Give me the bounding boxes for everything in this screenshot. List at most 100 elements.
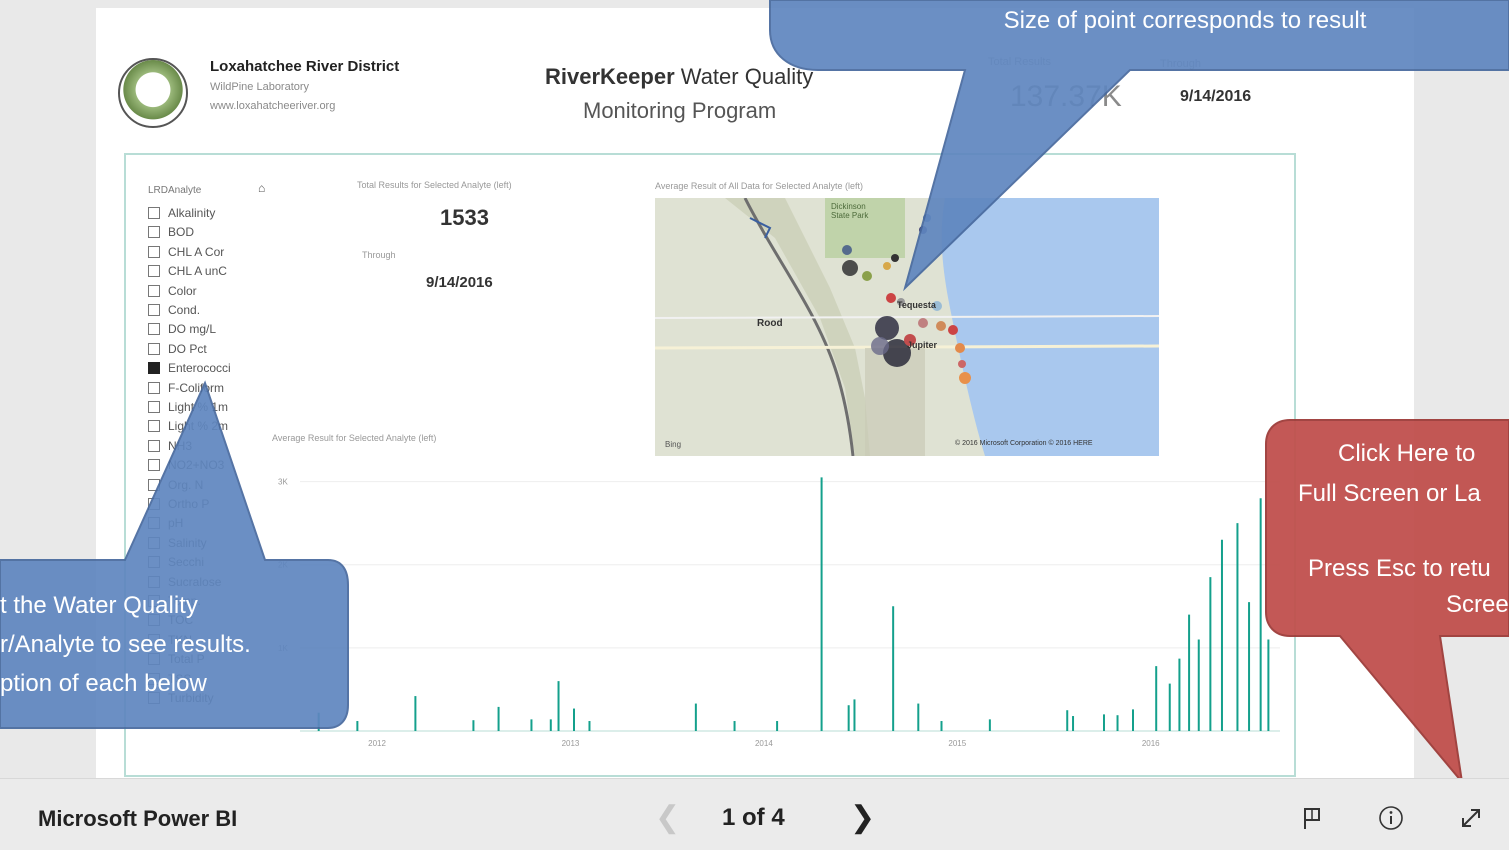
- home-icon[interactable]: ⌂: [258, 181, 265, 195]
- slicer-item-label: Alkalinity: [168, 206, 216, 220]
- checkbox[interactable]: [148, 342, 160, 355]
- map-label-park: Dickinson State Park: [831, 202, 869, 220]
- callout-right-line3: Press Esc to retu: [1308, 555, 1491, 582]
- total-results-label: Total Results for Selected Analyte (left…: [357, 180, 512, 190]
- slicer-item[interactable]: Org. N: [148, 476, 203, 494]
- checkbox[interactable]: [148, 517, 160, 530]
- checkbox[interactable]: [148, 323, 160, 336]
- map-label-town1: Tequesta: [897, 300, 936, 310]
- checkbox[interactable]: [148, 207, 160, 219]
- prev-page-button[interactable]: ❮: [655, 800, 680, 835]
- checkbox[interactable]: [148, 245, 160, 258]
- slicer-item[interactable]: Salinity: [148, 534, 207, 552]
- checkbox[interactable]: [148, 401, 160, 413]
- info-icon[interactable]: [1378, 805, 1404, 831]
- slicer-item-label: F-Coliform: [168, 380, 224, 395]
- callout-left-line3: ption of each below: [0, 670, 207, 697]
- slicer-item-label: pH: [168, 516, 184, 531]
- slicer-item[interactable]: F-Coliform: [148, 379, 224, 397]
- callout-left-line1: t the Water Quality: [0, 592, 198, 619]
- slicer-item[interactable]: CHL A unC: [148, 262, 227, 280]
- slicer-item-label: DO Pct: [168, 341, 207, 356]
- checkbox[interactable]: [148, 284, 160, 297]
- checkbox[interactable]: [148, 381, 160, 394]
- callout-top-text: Size of point corresponds to result: [1003, 7, 1367, 34]
- slicer-item[interactable]: Light % 1m: [148, 398, 228, 416]
- slicer-item[interactable]: DO Pct: [148, 340, 207, 358]
- map-graphic: [655, 198, 1159, 456]
- slicer-item[interactable]: Alkalinity: [148, 204, 215, 222]
- callout-right-line4: Scree: [1446, 591, 1509, 618]
- slicer-item[interactable]: DO mg/L: [148, 320, 216, 338]
- slicer-item-label: CHL A unC: [168, 264, 227, 279]
- checkbox[interactable]: [148, 498, 160, 510]
- kpi-total-value: 137.37K: [1010, 80, 1122, 113]
- checkbox[interactable]: [148, 556, 160, 569]
- org-website[interactable]: www.loxahatcheeriver.org: [210, 100, 335, 112]
- org-sub-lab: WildPine Laboratory: [210, 81, 310, 93]
- slicer-item-label: NH3: [168, 438, 193, 453]
- checkbox[interactable]: [148, 362, 160, 375]
- slicer-item-label: BOD: [168, 225, 195, 240]
- slicer-item-label: Enterococci: [168, 361, 231, 376]
- checkbox[interactable]: [148, 536, 160, 549]
- slicer-item-label: Org. N: [168, 477, 204, 492]
- kpi-total-label: Total Results: [988, 56, 1051, 68]
- flag-icon[interactable]: [1300, 805, 1326, 831]
- through-value: 9/14/2016: [426, 274, 493, 291]
- callout-left-line2: r/Analyte to see results.: [0, 631, 251, 658]
- map-title: Average Result of All Data for Selected …: [655, 181, 863, 191]
- map-credit: © 2016 Microsoft Corporation © 2016 HERE: [955, 440, 1093, 447]
- map-visual[interactable]: Dickinson State Park Tequesta Jupiter Ro…: [655, 198, 1159, 456]
- slicer-item-label: Cond.: [168, 303, 201, 317]
- slicer-item-label: NO2+NO3: [168, 458, 225, 473]
- kpi-through-value: 9/14/2016: [1180, 88, 1252, 105]
- brand-label[interactable]: Microsoft Power BI: [38, 806, 237, 832]
- checkbox[interactable]: [148, 226, 160, 239]
- slicer-title: LRDAnalyte: [148, 185, 202, 196]
- slicer-item[interactable]: Enterococci: [148, 359, 231, 377]
- org-name: Loxahatchee River District: [210, 58, 400, 75]
- slicer-item[interactable]: NH3: [148, 437, 192, 455]
- through-label: Through: [362, 250, 396, 260]
- slicer-item[interactable]: CHL A Cor: [148, 243, 224, 261]
- callout-right-line1: Click Here to: [1338, 440, 1476, 467]
- slicer-item[interactable]: Secchi: [148, 553, 204, 571]
- page-indicator: 1 of 4: [722, 804, 785, 831]
- checkbox[interactable]: [148, 304, 160, 316]
- chart-title: Average Result for Selected Analyte (lef…: [272, 433, 437, 443]
- checkbox[interactable]: [148, 459, 160, 472]
- callout-right-line2: Full Screen or La: [1298, 480, 1481, 507]
- slicer-item[interactable]: Color: [148, 282, 197, 300]
- slicer-item-label: Salinity: [168, 535, 207, 550]
- total-results-value: 1533: [440, 205, 489, 230]
- page-title-line2: Monitoring Program: [583, 98, 777, 123]
- next-page-button[interactable]: ❯: [850, 800, 875, 835]
- slicer-item[interactable]: Light % 2m: [148, 417, 228, 435]
- checkbox[interactable]: [148, 265, 160, 278]
- slicer-item[interactable]: Sucralose: [148, 573, 221, 591]
- slicer-item-label: Color: [168, 283, 197, 298]
- checkbox[interactable]: [148, 439, 160, 452]
- checkbox[interactable]: [148, 575, 160, 588]
- expand-icon[interactable]: [1458, 805, 1484, 831]
- checkbox[interactable]: [148, 420, 160, 433]
- slicer-item[interactable]: BOD: [148, 223, 194, 241]
- bing-logo: Bing: [665, 440, 682, 449]
- slicer-item-label: Ortho P: [168, 497, 210, 511]
- slicer-item-label: DO mg/L: [168, 322, 217, 337]
- checkbox[interactable]: [148, 478, 160, 491]
- district-logo: [118, 58, 188, 128]
- map-label-town2: Jupiter: [907, 340, 938, 350]
- slicer-item-label: Light % 1m: [168, 400, 229, 414]
- map-label-road: Rood: [757, 318, 783, 329]
- slicer-item-label: Secchi: [168, 555, 205, 570]
- title-rest: Water Quality: [674, 64, 814, 89]
- title-bold: RiverKeeper: [545, 64, 675, 89]
- page-title: RiverKeeper Water Quality: [545, 64, 813, 90]
- slicer-item[interactable]: Cond.: [148, 301, 200, 319]
- slicer-item[interactable]: Ortho P: [148, 495, 209, 513]
- slicer-item[interactable]: NO2+NO3: [148, 456, 224, 474]
- slicer-item[interactable]: pH: [148, 514, 183, 532]
- slicer-item-label: Light % 2m: [168, 419, 229, 434]
